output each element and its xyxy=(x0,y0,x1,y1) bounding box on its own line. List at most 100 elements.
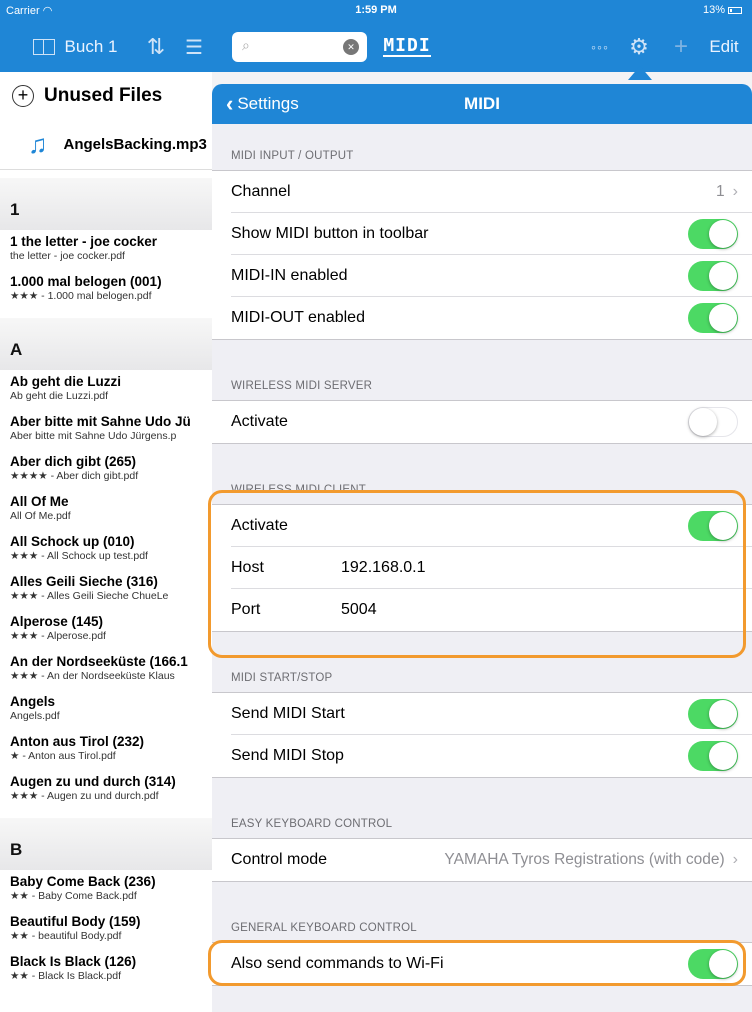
clear-search-button[interactable]: ✕ xyxy=(343,39,359,55)
detail-value: YAMAHA Tyros Registrations (with code) xyxy=(444,851,725,868)
list-item[interactable]: Beautiful Body (159) ★★ - beautiful Body.… xyxy=(0,910,212,950)
settings-group: Channel 1 › Show MIDI button in toolbar MIDI… xyxy=(212,170,752,340)
chevron-right-icon: › xyxy=(732,851,738,868)
list-item[interactable]: An der Nordseeküste (166.1 ★★★ - An der N… xyxy=(0,650,212,690)
list-item[interactable]: Alles Geili Sieche (316) ★★★ - Alles Geil… xyxy=(0,570,212,610)
list-item[interactable]: Aber bitte mit Sahne Udo Jü Aber bitte mi… xyxy=(0,410,212,450)
port-field[interactable]: 5004 xyxy=(341,601,377,619)
song-subtitle: ★★★ - Alles Geili Sieche ChueLe xyxy=(10,590,169,602)
song-subtitle: ★★ - Baby Come Back.pdf xyxy=(10,890,137,902)
toggle-knob xyxy=(709,511,737,540)
setting-row-port[interactable]: Port 5004 xyxy=(231,589,752,631)
song-subtitle: ★★ - Black Is Black.pdf xyxy=(10,970,122,982)
song-title: 1 the letter - joe cocker xyxy=(10,234,158,249)
song-title: Augen zu und durch (314) xyxy=(10,774,176,789)
unused-files-label: Unused Files xyxy=(44,85,163,106)
add-button[interactable]: + xyxy=(668,22,694,72)
setting-row-control-mode[interactable]: Control mode YAMAHA Tyros Registrations (… xyxy=(231,839,752,881)
toggle-switch[interactable] xyxy=(688,741,738,771)
sort-button[interactable]: ⇅ xyxy=(140,22,172,72)
list-item[interactable]: Aber dich gibt (265) ★★★★ - Aber dich gib… xyxy=(0,450,212,490)
list-icon: ☰ xyxy=(185,36,203,59)
list-item[interactable]: Augen zu und durch (314) ★★★ - Augen zu u… xyxy=(0,770,212,810)
song-subtitle: the letter - joe cocker.pdf xyxy=(10,250,125,262)
toggle-switch[interactable] xyxy=(688,949,738,979)
book-selector-button[interactable]: Buch 1 xyxy=(20,22,130,72)
unused-files-header[interactable]: + Unused Files xyxy=(0,72,212,120)
group-header: MIDI START/STOP xyxy=(231,672,333,684)
setting-label: Show MIDI button in toolbar xyxy=(231,224,429,242)
toggle-switch[interactable] xyxy=(688,698,738,729)
battery-icon xyxy=(728,6,742,14)
list-item[interactable]: 1.000 mal belogen (001) ★★★ - 1.000 mal b… xyxy=(0,270,212,310)
midi-settings-panel: ‹ Settings MIDI MIDI INPUT / OUTPUT Chann… xyxy=(212,84,752,1012)
setting-row-show-midi-button-in-toolbar: Show MIDI button in toolbar xyxy=(231,213,752,255)
toggle-switch[interactable] xyxy=(688,407,738,437)
toggle-switch[interactable] xyxy=(688,218,738,249)
section-header: 1 xyxy=(0,178,212,230)
search-input[interactable]: ⌕ ✕ xyxy=(232,32,367,62)
group-header: WIRELESS MIDI SERVER xyxy=(231,380,373,392)
list-item[interactable]: Angels Angels.pdf xyxy=(0,690,212,730)
setting-row-host[interactable]: Host 192.168.0.1 xyxy=(231,547,752,589)
add-circle-icon: + xyxy=(12,85,34,107)
list-item[interactable]: 1 the letter - joe cocker the letter - jo… xyxy=(0,230,212,270)
toggle-knob xyxy=(709,261,737,290)
more-icon: ◦◦◦ xyxy=(591,39,609,55)
song-title: An der Nordseeküste (166.1 xyxy=(10,654,188,669)
setting-row-channel[interactable]: Channel 1 › xyxy=(231,171,752,213)
list-item[interactable]: Black Is Black (126) ★★ - Black Is Black.… xyxy=(0,950,212,990)
search-icon: ⌕ xyxy=(242,37,250,53)
list-item-unused-file[interactable]: ♫ AngelsBacking.mp3 xyxy=(0,120,212,170)
list-item[interactable]: Alperose (145) ★★★ - Alperose.pdf xyxy=(0,610,212,650)
list-item[interactable]: All Of Me All Of Me.pdf xyxy=(0,490,212,530)
more-button[interactable]: ◦◦◦ xyxy=(585,22,615,72)
song-title: All Of Me xyxy=(10,494,69,509)
clock: 1:59 PM xyxy=(355,4,397,16)
song-subtitle: ★★ - beautiful Body.pdf xyxy=(10,930,122,942)
book-label: Buch 1 xyxy=(64,37,118,56)
popover-arrow xyxy=(628,66,652,80)
setting-label: Also send commands to Wi-Fi xyxy=(231,955,444,972)
song-title: Alperose (145) xyxy=(10,614,104,629)
toggle-knob xyxy=(709,742,737,770)
list-item[interactable]: Anton aus Tirol (232) ★ - Anton aus Tirol… xyxy=(0,730,212,770)
song-title: Beautiful Body (159) xyxy=(10,914,141,929)
song-list[interactable]: + Unused Files ♫ AngelsBacking.mp3 11 th… xyxy=(0,72,212,1012)
song-subtitle: ★★★ - An der Nordseeküste Klaus xyxy=(10,670,175,682)
edit-button[interactable]: Edit xyxy=(700,22,748,72)
book-icon xyxy=(32,39,55,55)
music-note-icon: ♫ xyxy=(28,129,48,159)
settings-group: Activate Host 192.168.0.1 Port 5004 xyxy=(212,504,752,632)
toggle-knob xyxy=(709,699,737,728)
chevron-right-icon: › xyxy=(732,182,738,200)
setting-row-send-midi-stop: Send MIDI Stop xyxy=(231,735,752,777)
setting-row-also-send-commands-to-wi-fi: Also send commands to Wi-Fi xyxy=(231,943,752,985)
song-title: Baby Come Back (236) xyxy=(10,874,156,889)
song-title: Alles Geili Sieche (316) xyxy=(10,574,158,589)
settings-group: Control mode YAMAHA Tyros Registrations (… xyxy=(212,838,752,882)
file-name: AngelsBacking.mp3 xyxy=(63,136,207,153)
midi-button[interactable]: MIDI xyxy=(382,22,432,72)
song-subtitle: Aber bitte mit Sahne Udo Jürgens.p xyxy=(10,430,177,442)
toggle-switch[interactable] xyxy=(688,303,738,333)
song-subtitle: All Of Me.pdf xyxy=(10,510,71,522)
list-item[interactable]: All Schock up (010) ★★★ - All Schock up t… xyxy=(0,530,212,570)
toggle-switch[interactable] xyxy=(688,510,738,541)
setting-row-midi-out-enabled: MIDI-OUT enabled xyxy=(231,297,752,339)
setting-row-activate: Activate xyxy=(231,401,752,443)
host-field[interactable]: 192.168.0.1 xyxy=(341,559,426,577)
list-item[interactable]: Ab geht die Luzzi Ab geht die Luzzi.pdf xyxy=(0,370,212,410)
group-header: MIDI INPUT / OUTPUT xyxy=(231,150,354,162)
song-title: All Schock up (010) xyxy=(10,534,135,549)
setting-label: Port xyxy=(231,601,261,618)
group-header: EASY KEYBOARD CONTROL xyxy=(231,818,393,830)
toggle-switch[interactable] xyxy=(688,260,738,291)
battery-indicator: 13% xyxy=(703,4,742,16)
list-item[interactable]: Baby Come Back (236) ★★ - Baby Come Back.… xyxy=(0,870,212,910)
list-view-button[interactable]: ☰ xyxy=(178,22,210,72)
toggle-knob xyxy=(709,219,737,248)
song-title: Anton aus Tirol (232) xyxy=(10,734,145,749)
settings-button[interactable]: ⚙ xyxy=(624,22,654,72)
toggle-knob xyxy=(689,408,717,436)
